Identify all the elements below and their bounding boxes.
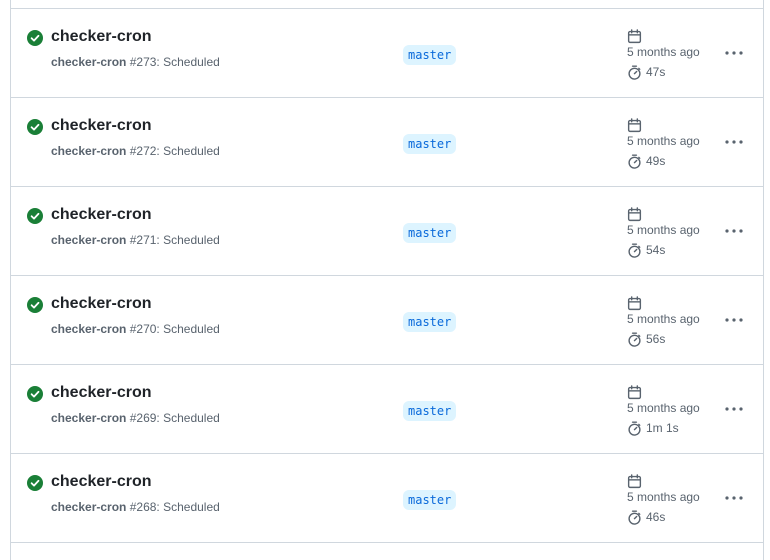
run-number: #270 <box>129 322 157 336</box>
run-title[interactable]: checker-cron <box>51 295 152 313</box>
run-subtitle: checker-cron #271: Scheduled <box>51 233 220 247</box>
run-workflow-name: checker-cron <box>51 233 127 247</box>
run-workflow-name: checker-cron <box>51 411 127 425</box>
run-subtitle: checker-cron #268: Scheduled <box>51 500 220 514</box>
run-title[interactable]: checker-cron <box>51 117 152 135</box>
kebab-horizontal-icon <box>725 318 743 322</box>
calendar-icon <box>627 385 642 400</box>
kebab-horizontal-icon <box>725 496 743 500</box>
run-event: : Scheduled <box>156 411 220 425</box>
run-subtitle: checker-cron #269: Scheduled <box>51 411 220 425</box>
run-workflow-name: checker-cron <box>51 55 127 69</box>
run-duration: 54s <box>646 243 666 257</box>
run-title[interactable]: checker-cron <box>51 28 152 46</box>
run-options-button[interactable] <box>721 43 747 63</box>
stopwatch-icon <box>628 332 641 347</box>
calendar-icon <box>627 474 642 489</box>
run-title[interactable]: checker-cron <box>51 384 152 402</box>
check-circle-fill-icon <box>27 297 43 313</box>
run-number: #272 <box>129 144 157 158</box>
kebab-horizontal-icon <box>725 229 743 233</box>
run-subtitle: checker-cron #272: Scheduled <box>51 144 220 158</box>
workflow-run-row[interactable]: checker-cron checker-cron #268: Schedule… <box>11 454 763 543</box>
workflow-run-row[interactable]: checker-cron checker-cron #270: Schedule… <box>11 276 763 365</box>
run-duration: 56s <box>646 332 666 346</box>
run-subtitle: checker-cron #273: Scheduled <box>51 55 220 69</box>
branch-label[interactable]: master <box>403 134 457 154</box>
run-date: 5 months ago <box>627 134 700 148</box>
calendar-icon <box>627 207 642 222</box>
calendar-icon <box>627 118 642 133</box>
run-subtitle: checker-cron #270: Scheduled <box>51 322 220 336</box>
workflow-run-row[interactable]: checker-cron checker-cron #273: Schedule… <box>11 9 763 98</box>
run-options-button[interactable] <box>721 488 747 508</box>
calendar-icon <box>627 296 642 311</box>
run-date: 5 months ago <box>627 45 700 59</box>
branch-label[interactable]: master <box>403 45 457 65</box>
branch-label[interactable]: master <box>403 223 457 243</box>
stopwatch-icon <box>628 243 641 258</box>
run-date: 5 months ago <box>627 223 700 237</box>
run-duration: 46s <box>646 510 666 524</box>
run-date: 5 months ago <box>627 490 700 504</box>
check-circle-fill-icon <box>27 30 43 46</box>
workflow-runs-rows: checker-cron checker-cron #273: Schedule… <box>11 9 763 543</box>
branch-label[interactable]: master <box>403 401 457 421</box>
run-workflow-name: checker-cron <box>51 144 127 158</box>
run-options-button[interactable] <box>721 221 747 241</box>
workflow-runs-list: checker-cron checker-cron #273: Schedule… <box>10 0 764 560</box>
run-number: #271 <box>129 233 157 247</box>
calendar-icon <box>627 29 642 44</box>
run-event: : Scheduled <box>156 500 220 514</box>
run-title[interactable]: checker-cron <box>51 206 152 224</box>
run-options-button[interactable] <box>721 399 747 419</box>
check-circle-fill-icon <box>27 386 43 402</box>
run-duration: 47s <box>646 65 666 79</box>
workflow-run-row[interactable]: checker-cron checker-cron #271: Schedule… <box>11 187 763 276</box>
workflow-run-row[interactable]: checker-cron checker-cron #269: Schedule… <box>11 365 763 454</box>
run-duration: 1m 1s <box>646 421 679 435</box>
kebab-horizontal-icon <box>725 51 743 55</box>
run-event: : Scheduled <box>156 233 220 247</box>
run-workflow-name: checker-cron <box>51 322 127 336</box>
check-circle-fill-icon <box>27 208 43 224</box>
stopwatch-icon <box>628 154 641 169</box>
run-number: #268 <box>129 500 157 514</box>
run-event: : Scheduled <box>156 322 220 336</box>
branch-label[interactable]: master <box>403 312 457 332</box>
run-date: 5 months ago <box>627 401 700 415</box>
stopwatch-icon <box>628 65 641 80</box>
run-date: 5 months ago <box>627 312 700 326</box>
run-options-button[interactable] <box>721 310 747 330</box>
run-event: : Scheduled <box>156 55 220 69</box>
run-event: : Scheduled <box>156 144 220 158</box>
branch-label[interactable]: master <box>403 490 457 510</box>
run-options-button[interactable] <box>721 132 747 152</box>
stopwatch-icon <box>628 421 641 436</box>
check-circle-fill-icon <box>27 475 43 491</box>
run-title[interactable]: checker-cron <box>51 473 152 491</box>
workflow-run-row[interactable]: checker-cron checker-cron #272: Schedule… <box>11 98 763 187</box>
run-workflow-name: checker-cron <box>51 500 127 514</box>
kebab-horizontal-icon <box>725 407 743 411</box>
run-number: #269 <box>129 411 157 425</box>
check-circle-fill-icon <box>27 119 43 135</box>
run-number: #273 <box>129 55 157 69</box>
stopwatch-icon <box>628 510 641 525</box>
kebab-horizontal-icon <box>725 140 743 144</box>
run-duration: 49s <box>646 154 666 168</box>
